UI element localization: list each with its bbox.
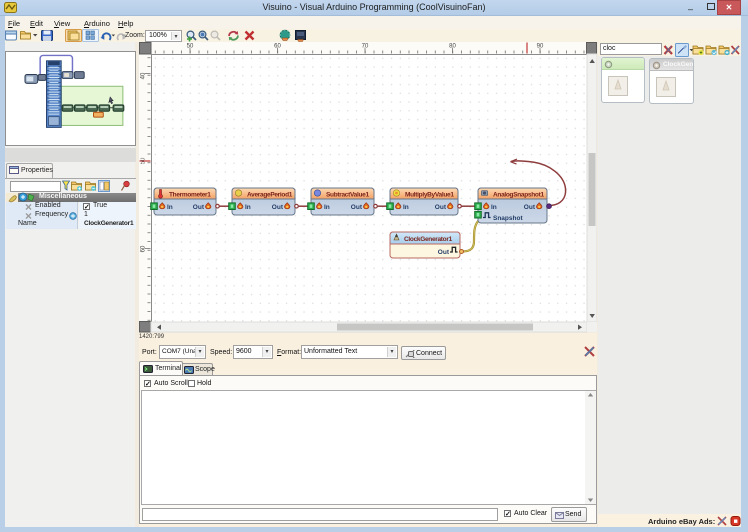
svg-text:SubtractValue1: SubtractValue1 [326,192,369,199]
svg-text:AnalogSnapshot1: AnalogSnapshot1 [493,192,544,199]
svg-text:In: In [403,204,409,211]
svg-text:Snapshot: Snapshot [493,215,523,222]
svg-text:70: 70 [362,44,369,50]
svg-text:50: 50 [141,157,147,164]
svg-text:Thermometer1: Thermometer1 [169,192,211,199]
svg-text:ClockGenerator1: ClockGenerator1 [404,236,453,243]
svg-text:Out: Out [272,204,284,211]
svg-text:80: 80 [449,44,456,50]
svg-text:Out: Out [435,204,447,211]
svg-text:Out: Out [438,249,450,256]
svg-text:In: In [245,204,251,211]
svg-text:In: In [491,204,497,211]
svg-text:90: 90 [537,44,544,50]
svg-text:In: In [324,204,330,211]
svg-text:Out: Out [524,204,536,211]
svg-text:Out: Out [193,204,205,211]
svg-text:60: 60 [274,44,281,50]
svg-text:In: In [167,204,173,211]
svg-text:AveragePeriod1: AveragePeriod1 [247,192,293,199]
svg-text:60: 60 [141,245,147,252]
svg-text:50: 50 [187,44,194,50]
svg-text:MultiplyByValue1: MultiplyByValue1 [405,192,454,199]
svg-text:40: 40 [141,72,147,79]
svg-text:Out: Out [351,204,363,211]
